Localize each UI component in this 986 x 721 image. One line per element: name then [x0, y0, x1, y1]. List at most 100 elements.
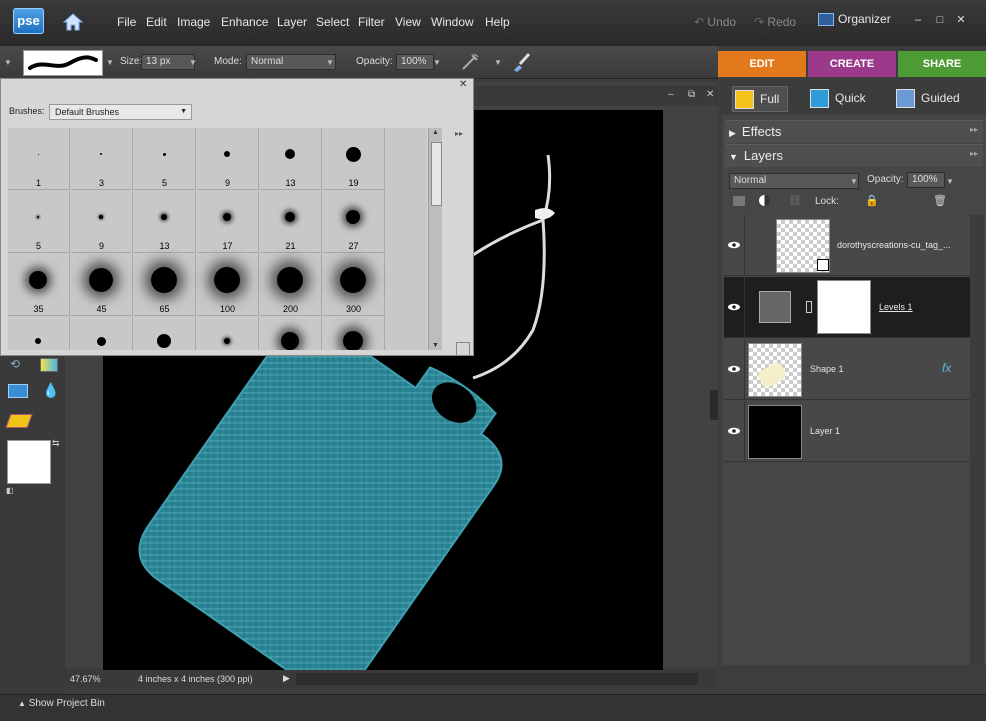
brush-tip[interactable] [71, 317, 133, 350]
brush-tip[interactable]: 13 [260, 128, 322, 190]
airbrush-icon[interactable] [460, 52, 480, 72]
new-layer-icon[interactable] [733, 196, 745, 206]
brush-tip[interactable]: 5 [8, 191, 70, 253]
layers-panel-header[interactable]: ▼ Layers [725, 144, 983, 167]
brush-tip[interactable] [134, 317, 196, 350]
gradient-tool-icon[interactable] [40, 358, 58, 372]
size-slider-icon[interactable]: ▼ [189, 58, 197, 67]
show-project-bin-button[interactable]: ▲ Show Project Bin [18, 698, 105, 709]
default-colors-icon[interactable]: ◧ [6, 486, 14, 495]
subtab-full[interactable]: Full [732, 86, 789, 112]
menu-layer[interactable]: Layer [277, 15, 307, 29]
visibility-toggle[interactable] [724, 401, 745, 461]
brush-grid-scrollbar[interactable]: ▲ ▼ [428, 128, 442, 350]
layer-blend-mode-select[interactable]: Normal [729, 173, 859, 189]
brush-tip[interactable]: 19 [323, 128, 385, 190]
tool-preset-arrow-icon[interactable]: ▼ [4, 58, 12, 67]
menu-window[interactable]: Window [431, 15, 474, 29]
minimize-button[interactable]: – [912, 14, 924, 26]
zoom-readout[interactable]: 47.67% [70, 674, 101, 684]
effects-menu-icon[interactable]: ▸▸ [970, 125, 978, 134]
undo-button[interactable]: ↶ Undo [694, 15, 736, 29]
brush-tip[interactable]: 3 [71, 128, 133, 190]
lock-all-icon[interactable]: 🔒 [865, 194, 879, 207]
menu-filter[interactable]: Filter [358, 15, 385, 29]
scrollbar-thumb[interactable] [431, 142, 442, 206]
layer-name[interactable]: Shape 1 [810, 364, 844, 374]
brush-tip[interactable]: 21 [260, 191, 322, 253]
menu-help[interactable]: Help [485, 15, 510, 29]
close-button[interactable]: ✕ [955, 14, 967, 26]
menu-file[interactable]: File [117, 15, 136, 29]
status-menu-arrow-icon[interactable]: ▶ [283, 673, 290, 684]
swap-colors-icon[interactable]: ⇆ [52, 438, 60, 449]
brush-tip[interactable] [197, 317, 259, 350]
menu-image[interactable]: Image [177, 15, 210, 29]
brush-tip[interactable]: 65 [134, 254, 196, 316]
brush-dropdown-icon[interactable]: ▼ [106, 58, 114, 67]
visibility-toggle[interactable] [724, 215, 745, 275]
opacity-slider-icon[interactable]: ▼ [433, 58, 441, 67]
brush-tip[interactable]: 27 [323, 191, 385, 253]
visibility-toggle[interactable] [724, 339, 745, 399]
layer-opacity-slider-icon[interactable]: ▼ [946, 177, 954, 186]
layers-scrollbar[interactable] [970, 215, 984, 665]
tab-share[interactable]: SHARE [898, 51, 986, 77]
layer-row[interactable]: Levels 1 [724, 277, 970, 338]
layer-row[interactable]: dorothyscreations-cu_tag_... [724, 215, 970, 276]
brush-picker-menu-icon[interactable]: ▸▸ [455, 129, 463, 138]
mode-dropdown-icon[interactable]: ▼ [326, 58, 334, 67]
layer-name[interactable]: dorothyscreations-cu_tag_... [837, 240, 951, 250]
mode-select[interactable]: Normal [246, 54, 336, 70]
subtab-guided[interactable]: Guided [896, 86, 960, 110]
layer-style-icon[interactable]: fx [942, 361, 951, 375]
doc-close-button[interactable]: ✕ [706, 89, 714, 100]
visibility-toggle[interactable] [724, 277, 745, 337]
brush-tip[interactable] [8, 317, 70, 350]
brush-tip[interactable]: 9 [197, 128, 259, 190]
brush-preview[interactable] [23, 50, 103, 76]
organizer-button[interactable]: Organizer [818, 12, 891, 27]
brush-tip[interactable]: 1 [8, 128, 70, 190]
scroll-down-icon[interactable]: ▼ [432, 342, 439, 349]
doc-restore-button[interactable]: ⧉ [688, 89, 695, 100]
brush-tip[interactable]: 100 [197, 254, 259, 316]
brush-settings-dropdown-icon[interactable]: ▼ [494, 58, 502, 67]
brush-tip[interactable]: 13 [134, 191, 196, 253]
delete-layer-icon[interactable]: 🗑 [933, 194, 947, 207]
opacity-field[interactable]: 100% [396, 54, 434, 70]
tab-edit[interactable]: EDIT [718, 51, 806, 77]
brush-tip[interactable]: 17 [197, 191, 259, 253]
layer-row[interactable]: Shape 1 fx [724, 339, 970, 400]
brush-tip[interactable]: 200 [260, 254, 322, 316]
panel-collapse-handle[interactable] [710, 390, 718, 420]
menu-edit[interactable]: Edit [146, 15, 167, 29]
menu-enhance[interactable]: Enhance [221, 15, 268, 29]
effects-panel-header[interactable]: ▶ Effects [725, 120, 983, 143]
layer-name[interactable]: Layer 1 [810, 426, 840, 436]
brush-tip[interactable]: 9 [71, 191, 133, 253]
doc-minimize-button[interactable]: – [668, 89, 674, 100]
layers-menu-icon[interactable]: ▸▸ [970, 149, 978, 158]
tab-create[interactable]: CREATE [808, 51, 896, 77]
adjustment-layer-icon[interactable] [759, 195, 770, 206]
tablet-settings-icon[interactable] [510, 51, 532, 73]
layer-name[interactable]: Levels 1 [879, 302, 913, 312]
menu-view[interactable]: View [395, 15, 421, 29]
horizontal-scrollbar[interactable] [296, 673, 698, 685]
brush-tip[interactable]: 5 [134, 128, 196, 190]
foreground-color-swatch[interactable] [7, 440, 51, 484]
brush-tip[interactable]: 35 [8, 254, 70, 316]
blur-tool-icon[interactable]: 💧 [42, 382, 59, 399]
maximize-button[interactable]: □ [934, 14, 946, 26]
brush-tip[interactable]: 45 [71, 254, 133, 316]
brush-tip[interactable] [260, 317, 322, 350]
blend-mode-dropdown-icon[interactable]: ▼ [850, 177, 858, 186]
scroll-up-icon[interactable]: ▲ [432, 129, 439, 136]
rectangle-shape-tool-icon[interactable] [8, 384, 28, 398]
home-icon[interactable] [62, 11, 84, 33]
lock-transparency-icon[interactable] [843, 196, 853, 206]
layer-opacity-field[interactable]: 100% [907, 172, 945, 188]
brush-tip[interactable]: 300 [323, 254, 385, 316]
subtab-quick[interactable]: Quick [810, 86, 866, 110]
